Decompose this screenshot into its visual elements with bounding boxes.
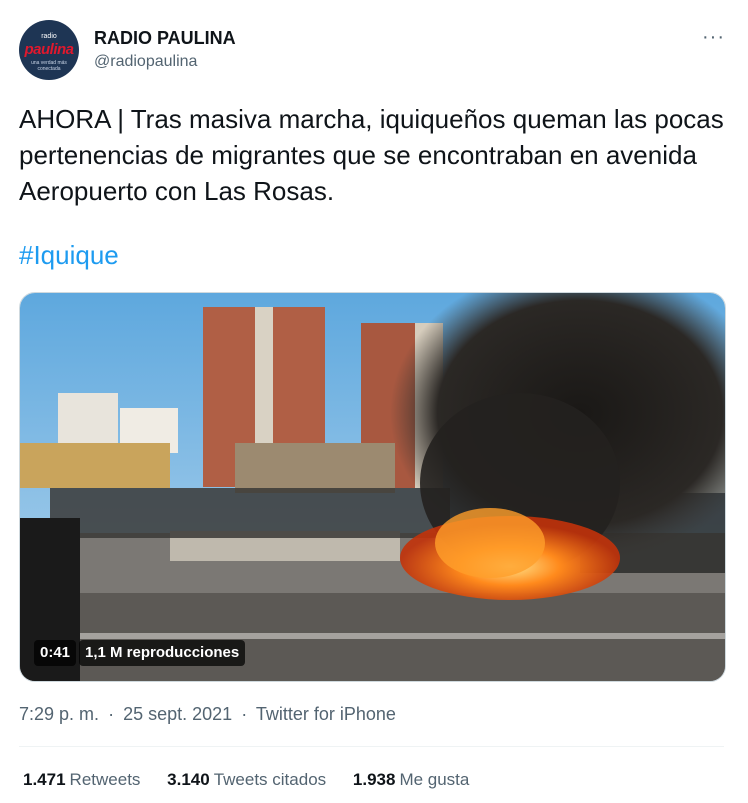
video-view-count: 1,1 M reproducciones — [79, 640, 246, 666]
avatar[interactable]: radio paulina una verdad más conectada — [19, 20, 79, 80]
quote-tweets-label: Tweets citados — [213, 770, 327, 789]
avatar-tagline: una verdad más conectada — [31, 60, 67, 72]
quote-tweets-count: 3.140 — [167, 770, 210, 789]
tweet-metadata: 7:29 p. m. · 25 sept. 2021 · Twitter for… — [19, 704, 400, 725]
avatar-small-text: radio — [41, 33, 57, 40]
video-player[interactable]: 0:41 1,1 M reproducciones — [19, 292, 726, 682]
likes-stat[interactable]: 1.938 Me gusta — [353, 770, 469, 790]
more-options-icon[interactable]: ··· — [702, 26, 725, 49]
user-handle[interactable]: @radiopaulina — [94, 53, 197, 71]
meta-separator-2: · — [241, 704, 248, 724]
quote-tweets-stat[interactable]: 3.140 Tweets citados — [167, 770, 326, 790]
hashtag-link[interactable]: #Iquique — [19, 240, 119, 271]
tweet-stats: 1.471 Retweets 3.140 Tweets citados 1.938 M… — [23, 770, 491, 790]
tweet-date[interactable]: 25 sept. 2021 — [123, 704, 232, 724]
tweet-text: AHORA | Tras masiva marcha, iquiqueños q… — [19, 104, 724, 206]
divider — [19, 746, 724, 747]
video-duration: 0:41 — [34, 640, 77, 666]
meta-separator: · — [108, 704, 115, 724]
tweet-header: radio paulina una verdad más conectada R… — [0, 0, 748, 95]
tweet-source[interactable]: Twitter for iPhone — [256, 704, 396, 724]
retweets-stat[interactable]: 1.471 Retweets — [23, 770, 140, 790]
display-name[interactable]: RADIO PAULINA — [94, 28, 236, 49]
retweets-count: 1.471 — [23, 770, 66, 789]
likes-count: 1.938 — [352, 770, 396, 789]
tweet-time[interactable]: 7:29 p. m. — [19, 704, 99, 724]
avatar-brand-text: paulina — [24, 41, 74, 58]
video-thumbnail — [20, 293, 725, 681]
retweets-label: Retweets — [69, 770, 141, 789]
likes-label: Me gusta — [399, 770, 470, 789]
